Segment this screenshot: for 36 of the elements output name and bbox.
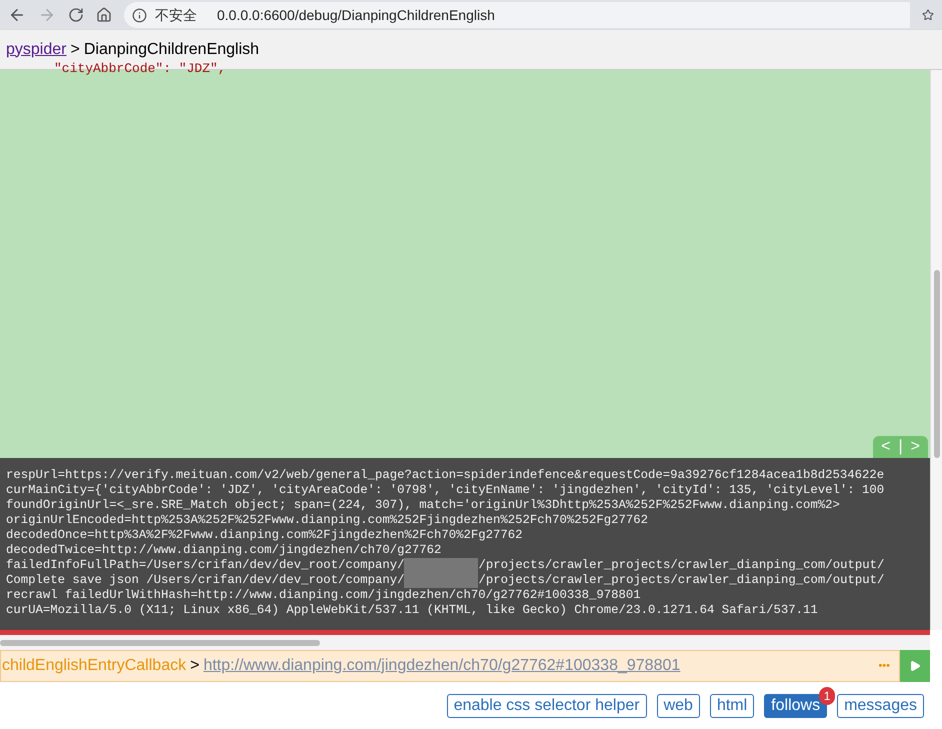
log-line: /projects/crawler_projects/crawler_dianping_com/output/ [478,573,884,588]
count-badge: 1 [819,687,836,705]
horizontal-scrollbar[interactable] [0,635,930,650]
reload-icon[interactable] [68,7,84,23]
log-line: decodedOnce=http%3A%2F%2Fwww.dianping.com%2Fjingdezhen%2Fch70%2Fg27762 [6,528,523,543]
home-link[interactable]: pyspider [6,38,66,62]
project-title: DianpingChildrenEnglish [84,40,260,60]
info-icon [132,8,147,22]
log-line: foundOriginUrl=<_sre.SRE_Match object; span=(224, 307), match='originUrl%3Dhttp%253A%252F%252Fwww.dianping.com%2> [6,498,840,513]
bookmark-icon[interactable] [922,9,934,21]
address-text: 0.0.0.0:6600/debug/DianpingChildrenEnglish [217,6,495,25]
url-separator: > [190,656,200,676]
log-line: Complete save json /Users/crifan/dev/dev_root/company/ [6,573,404,588]
scrollbar[interactable] [930,70,942,630]
panel-tab[interactable]: html [710,694,754,718]
security-label: 不安全 [155,6,197,24]
panel-tab[interactable]: enable css selector helper [446,694,647,718]
log-line: respUrl=https://verify.meituan.com/v2/web/general_page?action=spiderindefence&requestCode=9a39276cf1284acea1b8d2534622e [6,468,884,483]
play-icon [909,660,921,672]
log-line: /projects/crawler_projects/crawler_dianping_com/output/ [478,558,884,573]
address-bar[interactable]: 不安全 0.0.0.0:6600/debug/DianpingChildrenEnglish [124,2,910,28]
log-line: originUrlEncoded=http%253A%252F%252Fwww.dianping.com%252Fjingdezhen%252Fch70%252Fg27762 [6,513,648,528]
log-line: failedInfoFullPath=/Users/crifan/dev/dev_root/company/ [6,558,404,573]
home-icon[interactable] [96,7,112,23]
pager-divider: | [898,437,903,457]
breadcrumb-separator: > [70,40,80,60]
back-icon[interactable] [8,6,26,24]
log-line: decodedTwice=http://www.dianping.com/jingdezhen/ch70/g27762 [6,543,442,558]
callback-name: childEnglishEntryCallback [2,656,186,676]
task-url-link[interactable]: http://www.dianping.com/jingdezhen/ch70/g27762#100338_978801 [203,654,680,678]
panel-tab[interactable]: messages [837,694,924,718]
log-line: curUA=Mozilla/5.0 (X11; Linux x86_64) AppleWebKit/537.11 (KHTML, like Gecko) Chrome/23.0.1271.64 Safari/537.11 [6,603,818,618]
log-line: recrawl failedUrlWithHash=http://www.dianping.com/jingdezhen/ch70/g27762#100338_978801 [6,588,641,603]
panel-tab[interactable]: web [656,694,700,718]
log-line: curMainCity={'cityAbbrCode': 'JDZ', 'cityAreaCode': '0798', 'cityEnName': 'jingdezhen', 'cityId': 135, 'cityLevel': 100 [6,483,884,498]
code-line: "cityAbbrCode": "JDZ", [53,61,227,77]
